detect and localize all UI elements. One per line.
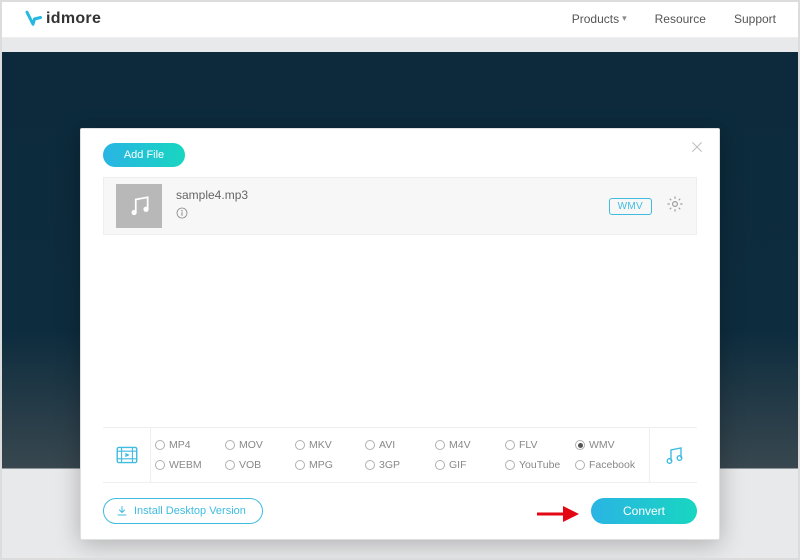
nav-resource[interactable]: Resource <box>655 12 706 26</box>
radio-icon <box>155 460 165 470</box>
radio-icon <box>155 440 165 450</box>
format-option-label: GIF <box>449 459 467 471</box>
radio-icon <box>365 460 375 470</box>
radio-icon <box>575 440 585 450</box>
format-option-label: FLV <box>519 439 537 451</box>
format-option-label: VOB <box>239 459 261 471</box>
install-desktop-button[interactable]: Install Desktop Version <box>103 498 263 524</box>
info-button[interactable] <box>176 206 595 224</box>
format-option-m4v[interactable]: M4V <box>435 439 505 451</box>
format-option-label: YouTube <box>519 459 560 471</box>
format-option-label: WMV <box>589 439 615 451</box>
format-option-label: MKV <box>309 439 332 451</box>
dialog-footer: Install Desktop Version Convert <box>81 483 719 539</box>
gear-icon <box>666 195 684 213</box>
brand-text: idmore <box>46 10 101 28</box>
format-option-label: AVI <box>379 439 395 451</box>
format-option-label: MP4 <box>169 439 191 451</box>
format-option-mov[interactable]: MOV <box>225 439 295 451</box>
format-option-label: MOV <box>239 439 263 451</box>
format-option-label: Facebook <box>589 459 635 471</box>
format-option-label: MPG <box>309 459 333 471</box>
format-grid: MP4 MOV MKV AVI M4V FLV WMV WEBM VOB MPG 3GP GIF You… <box>151 431 649 479</box>
format-option-mkv[interactable]: MKV <box>295 439 365 451</box>
video-icon <box>114 442 140 468</box>
file-name: sample4.mp3 <box>176 188 595 202</box>
format-option-youtube[interactable]: YouTube <box>505 459 575 471</box>
info-icon <box>176 207 188 219</box>
format-option-wmv[interactable]: WMV <box>575 439 645 451</box>
radio-icon <box>505 440 515 450</box>
format-option-label: WEBM <box>169 459 202 471</box>
radio-icon <box>435 460 445 470</box>
format-option-webm[interactable]: WEBM <box>155 459 225 471</box>
nav-support[interactable]: Support <box>734 12 776 26</box>
format-option-gif[interactable]: GIF <box>435 459 505 471</box>
format-option-mpg[interactable]: MPG <box>295 459 365 471</box>
radio-icon <box>365 440 375 450</box>
radio-icon <box>295 460 305 470</box>
file-thumbnail <box>116 184 162 228</box>
format-option-facebook[interactable]: Facebook <box>575 459 645 471</box>
settings-button[interactable] <box>666 195 684 218</box>
music-note-icon <box>126 193 152 219</box>
radio-icon <box>435 440 445 450</box>
arrow-annotation-icon <box>535 503 579 525</box>
format-option-vob[interactable]: VOB <box>225 459 295 471</box>
site-header: idmore Products▾ Resource Support <box>0 0 800 38</box>
close-icon <box>689 139 705 155</box>
format-option-mp4[interactable]: MP4 <box>155 439 225 451</box>
convert-label: Convert <box>623 504 665 518</box>
file-info: sample4.mp3 <box>176 188 595 224</box>
audio-tab[interactable] <box>649 428 697 482</box>
output-format-badge[interactable]: WMV <box>609 198 652 215</box>
radio-icon <box>575 460 585 470</box>
nav-products-label: Products <box>572 12 619 26</box>
add-file-button[interactable]: Add File <box>103 143 185 167</box>
nav-products[interactable]: Products▾ <box>572 12 627 26</box>
nav-resource-label: Resource <box>655 12 706 26</box>
radio-icon <box>225 440 235 450</box>
radio-icon <box>295 440 305 450</box>
dialog-body-spacer <box>81 235 719 427</box>
brand-logo[interactable]: idmore <box>24 10 101 28</box>
convert-button[interactable]: Convert <box>591 498 697 524</box>
add-file-label: Add File <box>124 149 164 161</box>
audio-icon <box>662 443 686 467</box>
format-option-avi[interactable]: AVI <box>365 439 435 451</box>
close-button[interactable] <box>689 139 705 160</box>
format-panel: MP4 MOV MKV AVI M4V FLV WMV WEBM VOB MPG 3GP GIF You… <box>103 427 697 483</box>
page-strip <box>0 38 800 52</box>
nav-support-label: Support <box>734 12 776 26</box>
install-desktop-label: Install Desktop Version <box>134 505 246 517</box>
top-nav: Products▾ Resource Support <box>572 12 776 26</box>
format-option-label: M4V <box>449 439 471 451</box>
format-option-flv[interactable]: FLV <box>505 439 575 451</box>
file-row: sample4.mp3 WMV <box>103 177 697 235</box>
format-option-label: 3GP <box>379 459 400 471</box>
download-icon <box>116 505 128 517</box>
radio-icon <box>225 460 235 470</box>
converter-dialog: Add File sample4.mp3 WMV <box>80 128 720 540</box>
chevron-down-icon: ▾ <box>622 13 627 24</box>
format-option-3gp[interactable]: 3GP <box>365 459 435 471</box>
video-tab[interactable] <box>103 428 151 482</box>
logo-mark-icon <box>24 10 42 28</box>
radio-icon <box>505 460 515 470</box>
